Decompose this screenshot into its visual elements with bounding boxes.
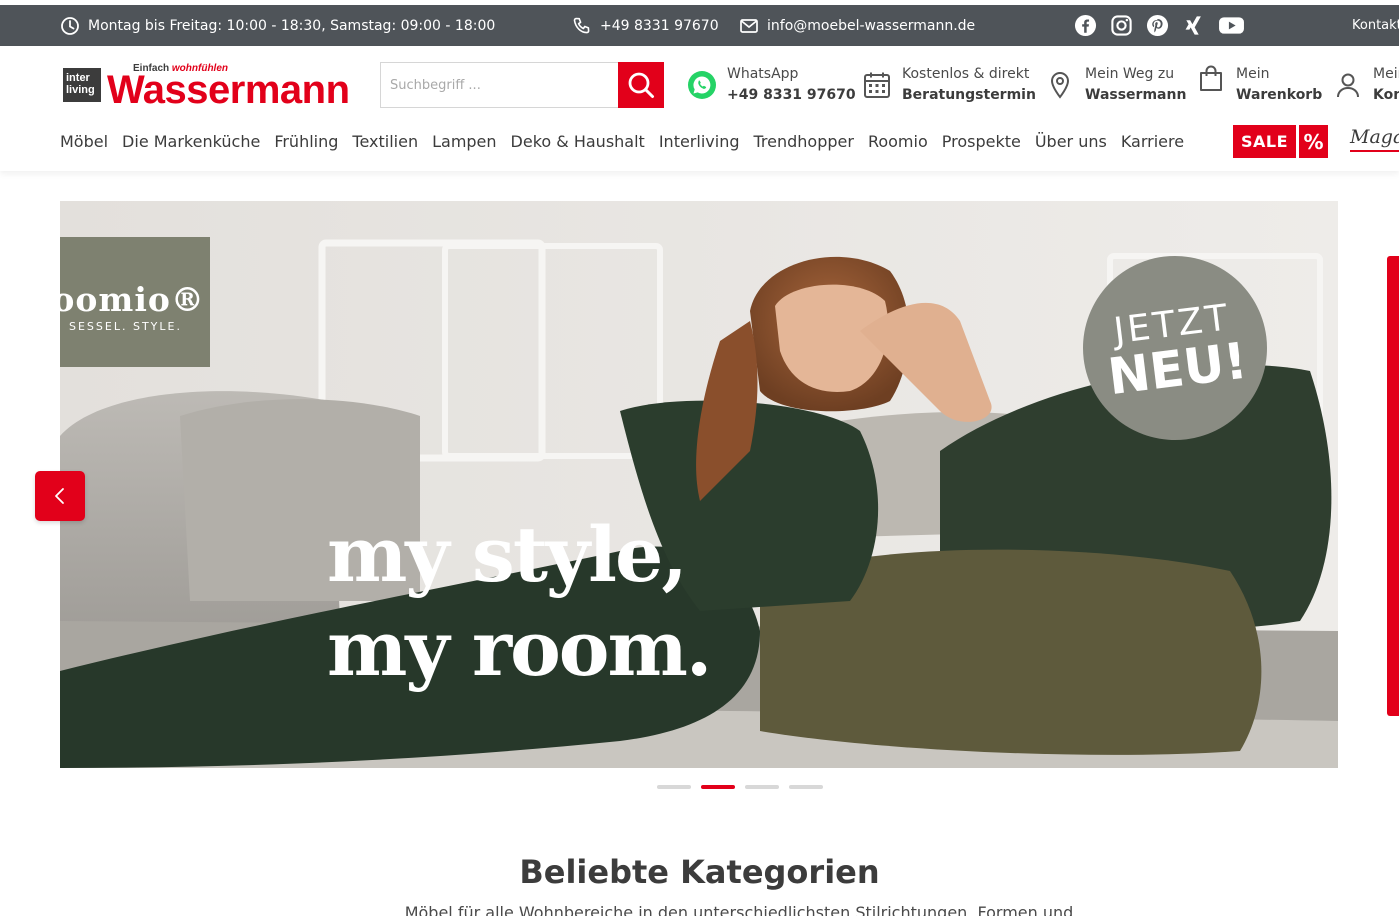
appointment-title: Kostenlos & direkt	[902, 66, 1030, 82]
email-link[interactable]: info@moebel-wassermann.de	[739, 5, 975, 46]
sale-button[interactable]: SALE %	[1233, 125, 1328, 158]
facebook-icon[interactable]	[1074, 14, 1097, 37]
search-input[interactable]	[380, 62, 618, 108]
user-icon	[1337, 73, 1359, 98]
slider-dot-2[interactable]	[701, 785, 735, 789]
kontakt-link[interactable]: Kontakt	[1352, 5, 1399, 46]
search-form	[380, 62, 664, 108]
clock-icon	[61, 16, 79, 35]
cart-sub: Warenkorb	[1236, 87, 1323, 103]
opening-hours: Montag bis Freitag: 10:00 - 18:30, Samst…	[60, 5, 495, 46]
search-button[interactable]	[618, 62, 664, 108]
social-links	[1074, 14, 1244, 37]
roomio-brand-tile: roomio® SESSEL. STYLE.	[60, 237, 210, 367]
nav-item-markenkueche[interactable]: Die Markenküche	[122, 132, 260, 151]
interliving-logo-box: inter living	[63, 68, 101, 102]
nav-item-trendhopper[interactable]: Trendhopper	[753, 132, 853, 151]
appointment-sub: Beratungstermin	[902, 87, 1036, 103]
roomio-logo: roomio®	[60, 280, 205, 319]
side-tab[interactable]	[1387, 256, 1399, 716]
whatsapp-icon	[688, 71, 716, 99]
top-info-bar: Montag bis Freitag: 10:00 - 18:30, Samst…	[0, 5, 1399, 46]
account-title: Mein	[1373, 66, 1399, 82]
phone-text: +49 8331 97670	[600, 17, 719, 34]
slider-pagination	[657, 785, 823, 789]
cart-link[interactable]: Mein Warenkorb	[1196, 64, 1322, 106]
nav-item-deko-haushalt[interactable]: Deko & Haushalt	[511, 132, 645, 151]
whatsapp-number: +49 8331 97670	[727, 87, 856, 103]
nav-item-prospekte[interactable]: Prospekte	[942, 132, 1021, 151]
calendar-icon	[864, 72, 890, 98]
hero-headline: my style, my room.	[327, 508, 712, 696]
categories-intro: Möbel für alle Wohnbereiche in den unter…	[404, 903, 1074, 916]
mail-icon	[740, 18, 758, 33]
slider-dot-4[interactable]	[789, 785, 823, 789]
instagram-icon[interactable]	[1110, 14, 1133, 37]
chevron-left-icon	[55, 488, 64, 504]
phone-link[interactable]: +49 8331 97670	[572, 5, 719, 46]
hero-slider[interactable]: roomio® SESSEL. STYLE. JETZT NEU! my sty…	[60, 201, 1338, 768]
nav-item-magazin[interactable]: Magazin	[1350, 126, 1399, 152]
cart-title: Mein	[1236, 66, 1270, 82]
logo[interactable]: inter living Einfach wohnfühlen Wasserman…	[63, 63, 358, 110]
directions-link[interactable]: Mein Weg zu Wassermann	[1045, 64, 1186, 106]
shopping-bag-icon	[1200, 65, 1222, 91]
nav-item-lampen[interactable]: Lampen	[432, 132, 496, 151]
youtube-icon[interactable]	[1218, 14, 1244, 37]
site-header: inter living Einfach wohnfühlen Wasserman…	[0, 46, 1399, 171]
directions-title: Mein Weg zu	[1085, 66, 1175, 82]
nav-item-roomio[interactable]: Roomio	[868, 132, 928, 151]
hero-headline-line2: my room.	[327, 604, 712, 693]
search-icon	[628, 72, 654, 98]
slider-dot-3[interactable]	[745, 785, 779, 789]
main-navigation: Möbel Die Markenküche Frühling Textilien…	[60, 125, 1198, 157]
slider-prev-button[interactable]	[35, 471, 85, 521]
account-link[interactable]: Mein Konto	[1333, 64, 1399, 106]
nav-item-fruehling[interactable]: Frühling	[274, 132, 338, 151]
whatsapp-title: WhatsApp	[727, 66, 799, 82]
nav-item-ueber-uns[interactable]: Über uns	[1035, 132, 1107, 151]
categories-title: Beliebte Kategorien	[519, 853, 880, 891]
email-text: info@moebel-wassermann.de	[767, 17, 976, 34]
nav-item-moebel[interactable]: Möbel	[60, 132, 108, 151]
pinterest-icon[interactable]	[1146, 14, 1169, 37]
map-pin-icon	[1050, 71, 1070, 99]
opening-hours-text: Montag bis Freitag: 10:00 - 18:30, Samst…	[88, 17, 496, 34]
whatsapp-link[interactable]: WhatsApp +49 8331 97670	[687, 64, 856, 106]
directions-sub: Wassermann	[1085, 87, 1187, 103]
appointment-link[interactable]: Kostenlos & direkt Beratungstermin	[862, 64, 1036, 106]
nav-item-interliving[interactable]: Interliving	[659, 132, 740, 151]
nav-item-textilien[interactable]: Textilien	[352, 132, 418, 151]
slider-dot-1[interactable]	[657, 785, 691, 789]
hero-headline-line1: my style,	[327, 510, 688, 599]
xing-icon[interactable]	[1182, 14, 1205, 37]
roomio-tagline: SESSEL. STYLE.	[69, 320, 182, 333]
sale-label: SALE	[1233, 125, 1296, 158]
percent-icon: %	[1299, 125, 1328, 158]
phone-icon	[573, 17, 590, 33]
logo-wordmark: Wassermann	[107, 68, 350, 112]
nav-item-karriere[interactable]: Karriere	[1121, 132, 1184, 151]
account-sub: Konto	[1373, 87, 1399, 103]
